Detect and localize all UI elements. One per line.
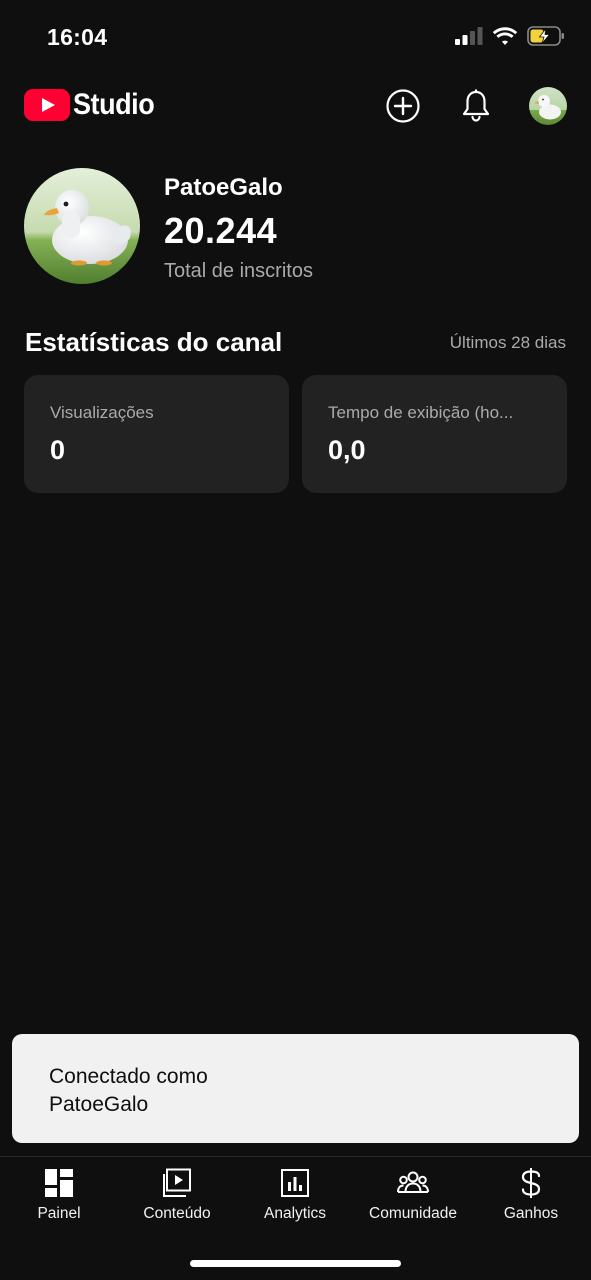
create-icon bbox=[386, 89, 420, 123]
duck-avatar-icon bbox=[24, 168, 140, 284]
nav-item-analytics[interactable]: Analytics bbox=[236, 1167, 354, 1233]
nav-item-conteudo[interactable]: Conteúdo bbox=[118, 1167, 236, 1233]
home-indicator[interactable] bbox=[190, 1260, 401, 1267]
channel-name: PatoeGalo bbox=[164, 174, 283, 201]
status-bar: 16:04 bbox=[0, 0, 591, 76]
create-button[interactable] bbox=[383, 86, 423, 126]
notifications-button[interactable] bbox=[456, 86, 496, 126]
screen: 16:04 Studio PatoeGalo 20.244 Total de i… bbox=[0, 0, 591, 1280]
nav-label: Comunidade bbox=[369, 1205, 457, 1222]
subscriber-label: Total de inscritos bbox=[164, 260, 313, 282]
subscriber-count: 20.244 bbox=[164, 210, 278, 251]
stat-label: Tempo de exibição (ho... bbox=[328, 403, 514, 422]
cellular-signal-icon bbox=[455, 27, 483, 45]
logo-text: Studio bbox=[73, 88, 155, 121]
dashboard-icon bbox=[43, 1167, 75, 1199]
earn-icon bbox=[515, 1167, 547, 1199]
youtube-studio-logo[interactable]: Studio bbox=[24, 88, 163, 122]
content-icon bbox=[161, 1167, 193, 1199]
nav-label: Analytics bbox=[263, 1205, 327, 1222]
battery-charging-icon bbox=[527, 26, 564, 46]
wifi-icon bbox=[492, 26, 518, 45]
analytics-icon bbox=[279, 1167, 311, 1199]
stat-card-watch-time[interactable]: Tempo de exibição (ho... 0,0 bbox=[302, 375, 567, 493]
stat-value: 0,0 bbox=[328, 435, 366, 465]
nav-label: Ganhos bbox=[503, 1205, 559, 1222]
channel-summary: PatoeGalo 20.244 Total de inscritos bbox=[24, 168, 567, 284]
status-icons bbox=[455, 26, 565, 46]
status-time: 16:04 bbox=[47, 24, 108, 50]
app-header: Studio bbox=[0, 80, 591, 132]
snackbar-text: Conectado como PatoeGalo bbox=[49, 1063, 349, 1119]
stat-label: Visualizações bbox=[50, 403, 154, 422]
stats-period: Últimos 28 dias bbox=[449, 333, 566, 352]
youtube-logo-icon bbox=[24, 89, 70, 121]
notifications-icon bbox=[462, 89, 490, 122]
nav-item-painel[interactable]: Painel bbox=[0, 1167, 118, 1233]
stat-value: 0 bbox=[50, 435, 66, 465]
snackbar: Conectado como PatoeGalo bbox=[12, 1034, 579, 1143]
nav-item-comunidade[interactable]: Comunidade bbox=[354, 1167, 472, 1233]
account-avatar-button[interactable] bbox=[529, 87, 567, 125]
nav-item-ganhos[interactable]: Ganhos bbox=[472, 1167, 590, 1233]
nav-label: Conteúdo bbox=[143, 1205, 211, 1222]
stats-title: Estatísticas do canal bbox=[25, 327, 283, 357]
bottom-nav: Painel Conteúdo Analytics Comunidade Gan… bbox=[0, 1156, 591, 1246]
stat-card-views[interactable]: Visualizações 0 bbox=[24, 375, 289, 493]
snackbar-line-1: Conectado como bbox=[49, 1065, 208, 1088]
channel-avatar-icon bbox=[529, 87, 567, 125]
nav-label: Painel bbox=[37, 1205, 81, 1222]
community-icon bbox=[397, 1167, 429, 1199]
snackbar-line-2: PatoeGalo bbox=[49, 1093, 149, 1116]
channel-avatar[interactable] bbox=[24, 168, 140, 284]
